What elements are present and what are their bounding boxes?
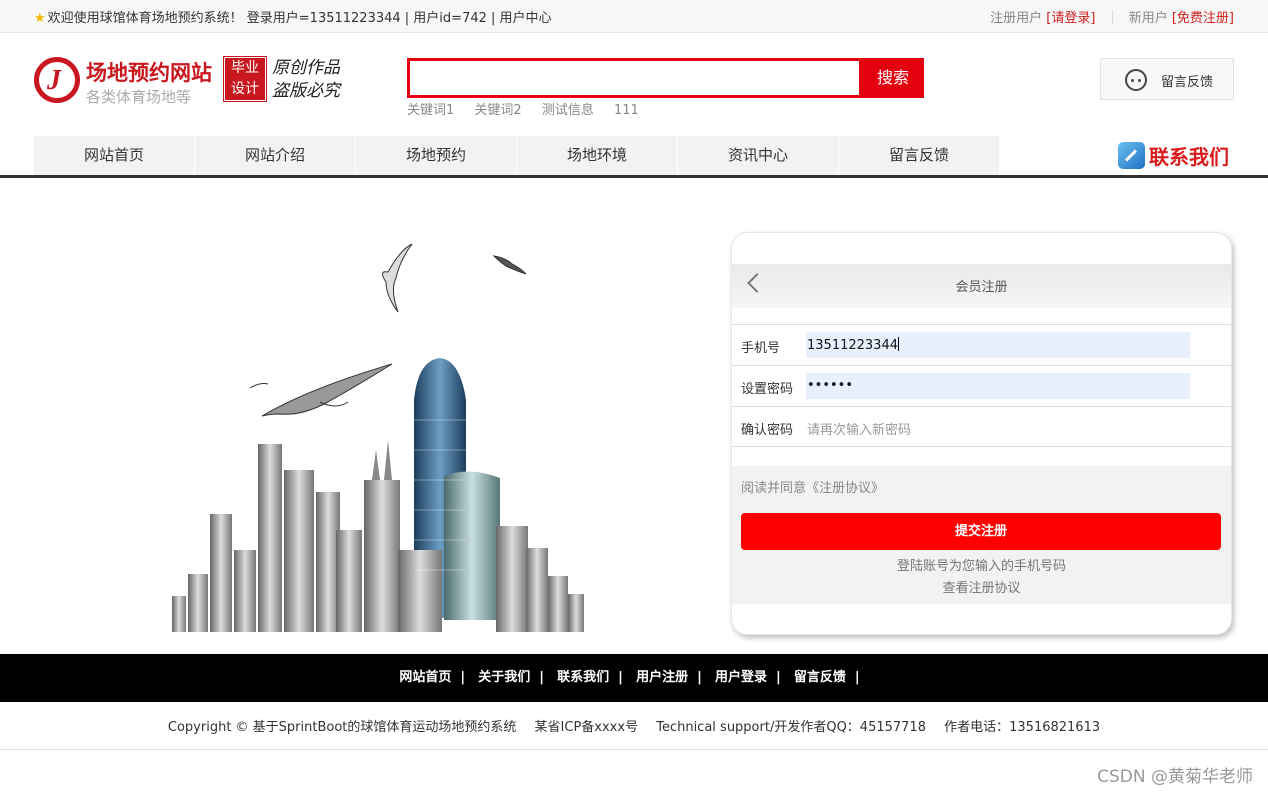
welcome-text: ★ 欢迎使用球馆体育场地预约系统！ 登录用户=13511223344 | 用户id… — [34, 7, 552, 26]
graduation-badge: 毕业 设计 — [223, 56, 267, 102]
badge-line-1: 毕业 — [231, 60, 259, 76]
footer-link-home[interactable]: 网站首页 — [399, 670, 451, 685]
top-bar: ★ 欢迎使用球馆体育场地预约系统！ 登录用户=13511223344 | 用户id… — [0, 0, 1268, 33]
account-hint: 登陆账号为您输入的手机号码 — [896, 559, 1066, 574]
copyright-text: Copyright © 基于SprintBoot的球馆体育运动场地预约系统 — [167, 720, 517, 735]
support-qq: Technical support/开发作者QQ：45157718 — [656, 720, 926, 735]
nav-divider — [0, 175, 1268, 178]
free-register-link[interactable]: [免费注册] — [1172, 11, 1234, 26]
hot-keywords: 关键词1 关键词2 测试信息 111 — [407, 99, 655, 118]
main-nav: 网站首页 网站介绍 场地预约 场地环境 资讯中心 留言反馈 — [34, 136, 1000, 175]
phone-label: 手机号 — [741, 341, 781, 356]
keyword-link[interactable]: 关键词2 — [474, 103, 521, 118]
auth-links: 注册用户 [请登录] 新用户 [免费注册] — [990, 7, 1234, 26]
motto-line-2: 盗版必究 — [272, 81, 340, 101]
welcome-message: 欢迎使用球馆体育场地预约系统！ 登录用户=13511223344 | 用户id=… — [47, 11, 552, 26]
contact-us-link[interactable]: 联系我们 — [1118, 141, 1229, 170]
footer-divider — [0, 749, 1268, 750]
keyword-link[interactable]: 测试信息 — [542, 103, 594, 118]
contact-us-label: 联系我们 — [1149, 145, 1229, 169]
phone-row: 手机号 13511223344 — [732, 324, 1231, 365]
password-label: 设置密码 — [741, 382, 794, 397]
divider — [1111, 10, 1113, 24]
new-user-label: 新用户 — [1128, 11, 1168, 26]
password-row: 设置密码 •••••• — [732, 365, 1231, 406]
customer-service-icon — [1125, 69, 1147, 91]
site-subtitle: 各类体育场地等 — [86, 88, 192, 106]
keyword-link[interactable]: 111 — [614, 103, 639, 118]
footer-nav: 网站首页 | 关于我们 | 联系我们 | 用户注册 | 用户登录 | 留言反馈 | — [0, 654, 1268, 702]
author-phone: 作者电话：13516821613 — [944, 720, 1101, 735]
register-header: 会员注册 — [732, 264, 1231, 308]
keyword-link[interactable]: 关键词1 — [407, 103, 454, 118]
footer-link-about[interactable]: 关于我们 — [478, 670, 530, 685]
nav-item-venues[interactable]: 场地环境 — [517, 136, 677, 175]
register-user-label: 注册用户 — [990, 11, 1043, 26]
agreement-checkbox-label[interactable]: 阅读并同意《注册协议》 — [741, 477, 884, 496]
nav-item-booking[interactable]: 场地预约 — [356, 136, 516, 175]
icp-number: 某省ICP备xxxx号 — [534, 720, 639, 735]
search-button[interactable]: 搜索 — [862, 58, 924, 98]
footer-link-register[interactable]: 用户注册 — [636, 670, 688, 685]
nav-item-about[interactable]: 网站介绍 — [195, 136, 355, 175]
nav-item-feedback[interactable]: 留言反馈 — [839, 136, 999, 175]
search-input[interactable] — [407, 58, 862, 98]
footer-link-contact[interactable]: 联系我们 — [557, 670, 609, 685]
footer-link-login[interactable]: 用户登录 — [715, 670, 767, 685]
badge-line-2: 设计 — [231, 81, 259, 97]
register-actions: 阅读并同意《注册协议》 提交注册 登陆账号为您输入的手机号码 查看注册协议 — [732, 466, 1231, 604]
csdn-watermark: CSDN @黄菊华老师 — [1097, 767, 1253, 787]
nav-item-home[interactable]: 网站首页 — [34, 136, 194, 175]
motto-line-1: 原创作品 — [272, 58, 340, 78]
footer-link-feedback[interactable]: 留言反馈 — [794, 670, 846, 685]
register-card: 会员注册 手机号 13511223344 设置密码 •••••• 确认密码 请再… — [731, 232, 1232, 635]
register-hints: 登陆账号为您输入的手机号码 查看注册协议 — [732, 556, 1231, 600]
password-input[interactable]: •••••• — [806, 373, 1190, 399]
phone-input[interactable]: 13511223344 — [806, 332, 1190, 358]
pencil-icon — [1118, 142, 1145, 169]
site-logo-icon[interactable]: J — [34, 57, 80, 103]
feedback-button-label: 留言反馈 — [1161, 75, 1214, 90]
motto: 原创作品 盗版必究 — [272, 57, 340, 103]
phone-value: 13511223344 — [807, 338, 898, 353]
city-illustration — [172, 243, 584, 632]
confirm-password-label: 确认密码 — [741, 423, 794, 438]
submit-register-button[interactable]: 提交注册 — [741, 513, 1221, 550]
confirm-password-input[interactable]: 请再次输入新密码 — [806, 414, 1190, 440]
login-link[interactable]: [请登录] — [1046, 11, 1095, 26]
star-icon: ★ — [34, 11, 46, 26]
site-name[interactable]: 场地预约网站 — [86, 57, 212, 87]
feedback-button[interactable]: 留言反馈 — [1100, 58, 1234, 100]
nav-item-news[interactable]: 资讯中心 — [678, 136, 838, 175]
confirm-password-row: 确认密码 请再次输入新密码 — [732, 406, 1231, 447]
register-title: 会员注册 — [955, 280, 1008, 295]
view-agreement-link[interactable]: 查看注册协议 — [732, 578, 1231, 600]
copyright: Copyright © 基于SprintBoot的球馆体育运动场地预约系统 某省… — [0, 716, 1268, 735]
text-cursor — [897, 337, 899, 351]
